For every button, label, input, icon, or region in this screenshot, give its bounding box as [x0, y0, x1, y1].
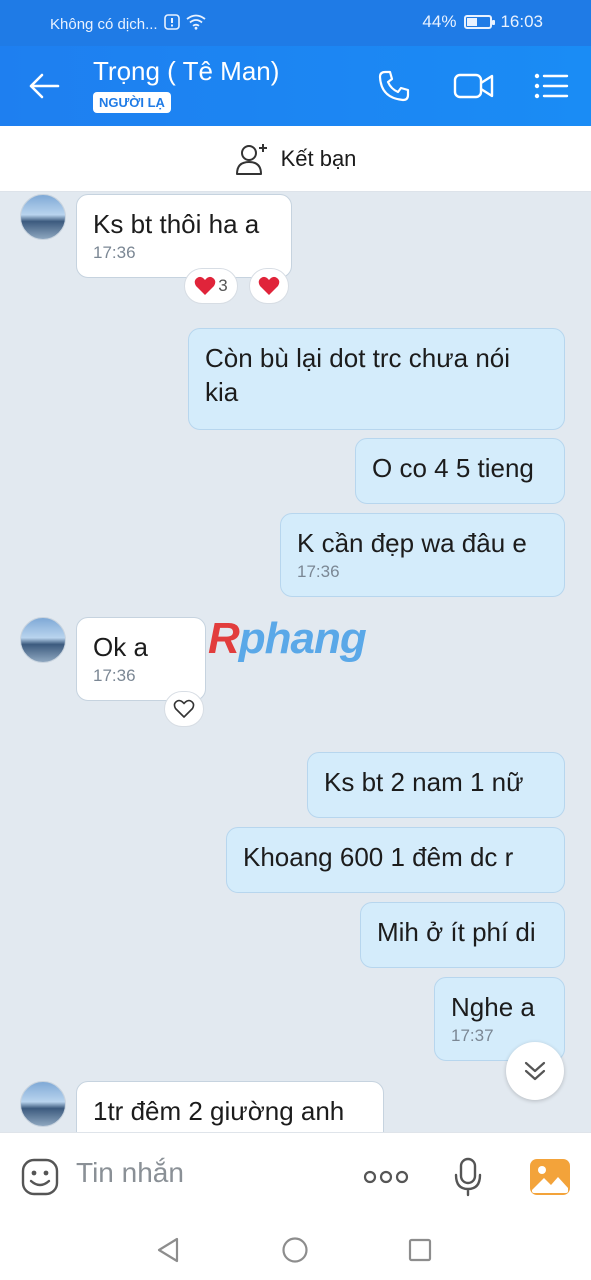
message-out[interactable]: O co 4 5 tieng: [355, 438, 565, 504]
add-person-icon: [235, 143, 267, 175]
watermark-rest: phang: [238, 614, 367, 663]
message-in[interactable]: Ks bt thôi ha a 17:36: [76, 194, 292, 278]
message-text: 1tr đêm 2 giường anh: [93, 1096, 345, 1126]
message-text: Mih ở ít phí di: [377, 917, 536, 947]
scroll-to-bottom-button[interactable]: [506, 1042, 564, 1100]
double-chevron-down-icon: [524, 1061, 546, 1081]
battery-percent: 44%: [422, 12, 457, 31]
system-nav-bar: [0, 1220, 591, 1280]
react-heart-button[interactable]: [249, 268, 289, 304]
heart-icon: [258, 276, 280, 295]
message-text: Khoang 600 1 đêm dc r: [243, 842, 514, 872]
message-out[interactable]: Ks bt 2 nam 1 nữ: [307, 752, 565, 818]
message-text: O co 4 5 tieng: [372, 453, 534, 483]
avatar[interactable]: [20, 194, 66, 240]
back-button[interactable]: [24, 66, 64, 106]
stranger-badge: NGƯỜI LẠ: [93, 92, 171, 113]
gallery-button[interactable]: [528, 1155, 572, 1199]
message-time: 17:36: [93, 666, 136, 685]
watermark: Rphang: [208, 614, 367, 664]
message-text: K cần đẹp wa đâu e: [297, 528, 527, 558]
circle-home-icon: [282, 1237, 308, 1263]
react-button[interactable]: [164, 691, 204, 727]
emoji-icon: [21, 1158, 59, 1196]
chat-header: Trọng ( Tê Man) NGƯỜI LẠ: [0, 46, 591, 126]
message-text: Ks bt 2 nam 1 nữ: [324, 767, 524, 797]
more-dots-icon: [363, 1170, 409, 1184]
nav-recents-button[interactable]: [402, 1232, 438, 1268]
alert-icon: [163, 14, 180, 34]
battery-icon: [464, 15, 496, 29]
phone-icon: [378, 70, 410, 102]
microphone-icon: [454, 1157, 482, 1197]
square-recents-icon: [408, 1238, 432, 1262]
menu-button[interactable]: [529, 64, 573, 108]
nav-back-button[interactable]: [150, 1232, 186, 1268]
avatar[interactable]: [20, 1081, 66, 1127]
heart-icon: [194, 276, 216, 295]
image-icon: [530, 1159, 570, 1195]
status-bar: Không có dịch... 44% 16:03: [0, 0, 591, 46]
message-time: 17:36: [93, 243, 136, 262]
video-camera-icon: [453, 73, 494, 99]
message-out[interactable]: Mih ở ít phí di: [360, 902, 565, 968]
watermark-initial: R: [208, 614, 240, 663]
message-text: Nghe a: [451, 992, 535, 1022]
list-menu-icon: [534, 73, 569, 99]
video-call-button[interactable]: [452, 64, 496, 108]
message-text: Ks bt thôi ha a: [93, 209, 260, 239]
reaction-count: 3: [218, 276, 228, 295]
message-out[interactable]: Khoang 600 1 đêm dc r: [226, 827, 565, 893]
carrier-text: Không có dịch...: [50, 15, 158, 33]
call-button[interactable]: [372, 64, 416, 108]
clock: 16:03: [500, 12, 543, 31]
reaction-summary[interactable]: 3: [184, 268, 238, 304]
message-out[interactable]: K cần đẹp wa đâu e 17:36: [280, 513, 565, 597]
heart-outline-icon: [173, 699, 195, 718]
message-out[interactable]: Còn bù lại dot trc chưa nói kia: [188, 328, 565, 430]
add-friend-bar[interactable]: Kết bạn: [0, 126, 591, 192]
message-time: 17:36: [297, 562, 340, 581]
message-input-bar: Tin nhắn: [0, 1132, 591, 1220]
message-input[interactable]: Tin nhắn: [76, 1157, 184, 1189]
sticker-button[interactable]: [18, 1155, 62, 1199]
message-text: Ok a: [93, 632, 148, 662]
add-friend-label: Kết bạn: [280, 145, 357, 171]
message-text: Còn bù lại dot trc chưa nói kia: [205, 343, 511, 407]
triangle-back-icon: [157, 1237, 179, 1263]
more-options-button[interactable]: [362, 1155, 410, 1199]
message-in[interactable]: Ok a 17:36: [76, 617, 206, 701]
voice-record-button[interactable]: [446, 1155, 490, 1199]
arrow-left-icon: [29, 73, 60, 99]
contact-name[interactable]: Trọng ( Tê Man): [93, 56, 279, 87]
nav-home-button[interactable]: [277, 1232, 313, 1268]
wifi-icon: [186, 14, 206, 34]
avatar[interactable]: [20, 617, 66, 663]
